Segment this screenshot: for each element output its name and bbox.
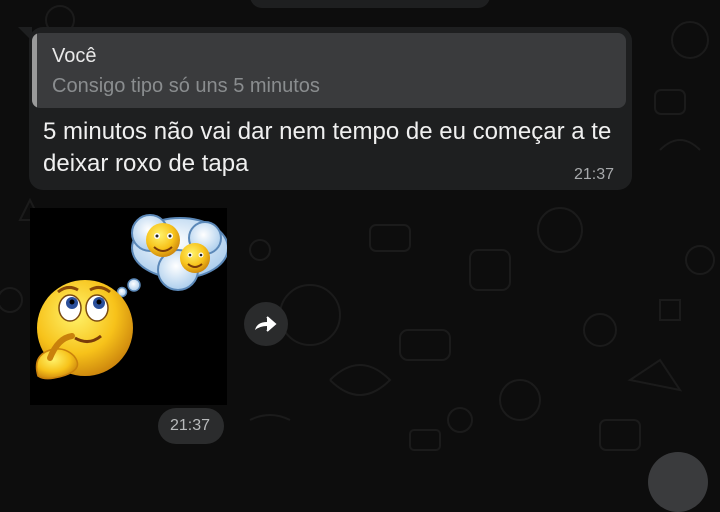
message-timestamp: 21:37 xyxy=(574,166,615,183)
sticker-message[interactable] xyxy=(30,208,229,405)
forward-icon xyxy=(255,316,277,332)
thinking-emoji-sticker-icon xyxy=(35,214,229,380)
quoted-message[interactable]: Você Consigo tipo só uns 5 minutos xyxy=(32,33,626,108)
sticker-timestamp: 21:37 xyxy=(170,417,211,434)
quote-author: Você xyxy=(52,45,97,67)
forward-button[interactable] xyxy=(244,302,288,346)
quote-text: Consigo tipo só uns 5 minutos xyxy=(52,75,320,97)
quote-accent-bar xyxy=(32,33,37,108)
previous-message-edge xyxy=(250,0,490,8)
scroll-down-button[interactable] xyxy=(648,452,708,512)
message-text: 5 minutos não vai dar nem tempo de eu co… xyxy=(43,118,612,177)
